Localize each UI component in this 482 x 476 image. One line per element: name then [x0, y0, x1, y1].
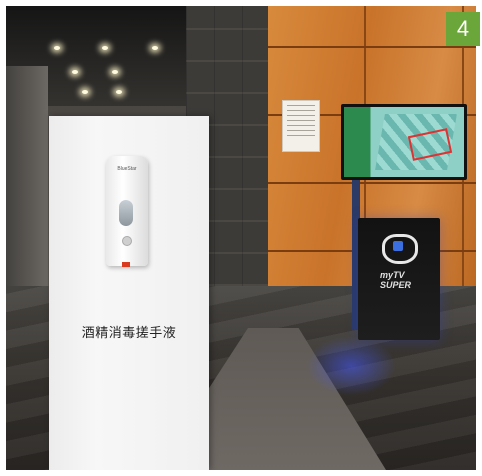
ceiling-light: [152, 46, 158, 50]
dispenser-button[interactable]: [122, 236, 132, 246]
ceiling-light: [82, 90, 88, 94]
ceiling-light: [112, 70, 118, 74]
ceiling-light: [102, 46, 108, 50]
floor-glow: [306, 336, 396, 396]
ceiling-light: [72, 70, 78, 74]
tvb-logo-icon: [382, 234, 418, 264]
lobby-photo: myTV SUPER BlueStar 酒精消毒搓手液: [6, 6, 476, 470]
tv-display: [344, 107, 464, 177]
sign-label: 酒精消毒搓手液: [81, 326, 177, 341]
sanitizer-dispenser[interactable]: BlueStar: [106, 156, 148, 267]
tv-screen: [341, 104, 467, 180]
dispenser-brand: BlueStar: [117, 166, 137, 172]
ceiling-light: [116, 90, 122, 94]
ceiling-light: [54, 46, 60, 50]
sanitizer-sign-board: BlueStar 酒精消毒搓手液: [49, 116, 209, 470]
dispenser-nozzle: [122, 262, 130, 267]
dispenser-window: [119, 200, 133, 226]
mytv-kiosk: myTV SUPER: [358, 218, 440, 340]
kiosk-logo-text: myTV SUPER: [380, 270, 412, 290]
number-badge: 4: [446, 12, 480, 46]
left-wall: [6, 66, 48, 286]
wall-notice: [282, 100, 320, 152]
